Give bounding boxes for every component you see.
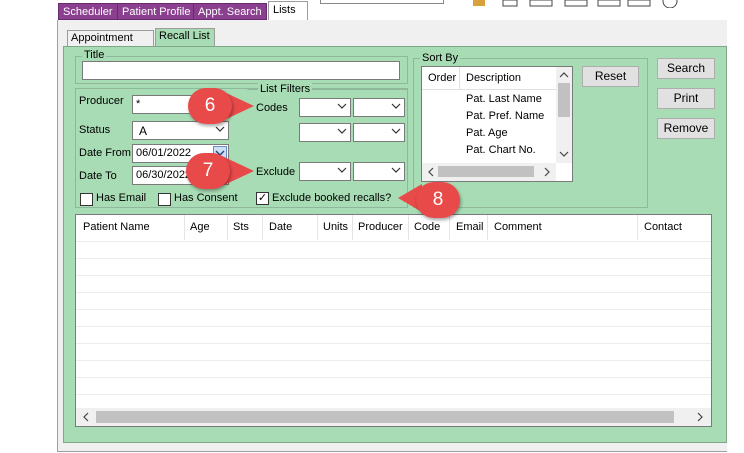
column-divider bbox=[408, 215, 409, 240]
has-consent-checkbox[interactable] bbox=[158, 193, 171, 206]
settings-icon bbox=[627, 0, 651, 7]
grid-icon bbox=[529, 0, 553, 7]
column-header-units[interactable]: Units bbox=[323, 221, 348, 233]
edit-icon bbox=[597, 0, 621, 7]
sort-col-order[interactable]: Order bbox=[428, 72, 456, 84]
row-divider bbox=[76, 377, 711, 378]
column-header-patient-name[interactable]: Patient Name bbox=[83, 221, 150, 233]
tab-appointment-list[interactable]: Appointment List bbox=[67, 30, 154, 59]
row-divider bbox=[76, 292, 711, 293]
row-divider bbox=[76, 309, 711, 310]
sort-row[interactable]: Pat. Age bbox=[466, 125, 566, 142]
column-header-date[interactable]: Date bbox=[269, 221, 292, 233]
column-header-sts[interactable]: Sts bbox=[233, 221, 249, 233]
column-divider bbox=[637, 215, 638, 240]
row-divider bbox=[76, 343, 711, 344]
row-divider bbox=[76, 241, 711, 242]
chevron-right-icon[interactable] bbox=[540, 164, 554, 180]
column-divider bbox=[352, 215, 353, 240]
grid-hscrollbar[interactable] bbox=[76, 408, 711, 426]
column-divider bbox=[317, 215, 318, 240]
column-divider bbox=[227, 215, 228, 240]
tab-label: Scheduler bbox=[63, 6, 113, 18]
column-header-email[interactable]: Email bbox=[456, 221, 484, 233]
title-input[interactable] bbox=[82, 61, 400, 80]
sort-row[interactable]: Pat. Pref. Name bbox=[466, 108, 566, 125]
column-header-age[interactable]: Age bbox=[190, 221, 210, 233]
row-divider bbox=[76, 326, 711, 327]
column-header-comment[interactable]: Comment bbox=[494, 221, 542, 233]
chevron-right-icon[interactable] bbox=[693, 409, 707, 425]
scroll-thumb[interactable] bbox=[96, 411, 674, 423]
column-header-producer[interactable]: Producer bbox=[358, 221, 403, 233]
title-label: Title bbox=[82, 49, 107, 61]
tab-label: Recall List bbox=[159, 30, 210, 42]
tab-lists[interactable]: Lists bbox=[268, 1, 308, 21]
sort-col-description[interactable]: Description bbox=[466, 72, 521, 84]
tab-patient-profile[interactable]: Patient Profile bbox=[117, 3, 196, 20]
tab-appt-search[interactable]: Appt. Search bbox=[193, 3, 267, 20]
column-header-code[interactable]: Code bbox=[414, 221, 440, 233]
column-header-contact[interactable]: Contact bbox=[644, 221, 682, 233]
annotation-badge-8: 8 bbox=[416, 182, 460, 218]
annotation-badge-6: 6 bbox=[188, 88, 232, 124]
annotation-badge-7: 7 bbox=[186, 153, 230, 189]
tab-recall-list[interactable]: Recall List bbox=[155, 28, 215, 47]
help-icon bbox=[662, 0, 678, 8]
tab-label: Lists bbox=[273, 4, 296, 16]
printer-icon bbox=[564, 0, 588, 7]
date-to-label: Date To bbox=[79, 170, 117, 182]
chevron-up-icon[interactable] bbox=[556, 68, 572, 82]
status-value: A bbox=[139, 124, 148, 138]
toolbar-icons bbox=[473, 0, 678, 8]
date-from-label: Date From bbox=[79, 147, 131, 159]
print-button[interactable]: Print bbox=[657, 88, 715, 109]
scroll-thumb[interactable] bbox=[558, 83, 570, 117]
reset-button[interactable]: Reset bbox=[582, 66, 639, 87]
chevron-down-icon[interactable] bbox=[556, 147, 572, 161]
column-divider bbox=[262, 215, 263, 240]
row-divider bbox=[76, 275, 711, 276]
remove-button[interactable]: Remove bbox=[657, 118, 715, 139]
tab-label: Appt. Search bbox=[198, 6, 262, 18]
sort-row[interactable]: Pat. Chart No. bbox=[466, 142, 566, 159]
chevron-left-icon[interactable] bbox=[79, 409, 93, 425]
tab-scheduler[interactable]: Scheduler bbox=[58, 3, 118, 20]
row-divider bbox=[76, 394, 711, 395]
sort-vscrollbar[interactable] bbox=[556, 67, 572, 163]
pencil-icon bbox=[473, 0, 485, 6]
row-divider bbox=[76, 258, 711, 259]
column-divider bbox=[449, 215, 450, 240]
sort-row[interactable]: Pat. Last Name bbox=[466, 91, 566, 108]
status-label: Status bbox=[79, 124, 111, 136]
row-divider bbox=[76, 360, 711, 361]
has-email-label: Has Email bbox=[96, 192, 147, 204]
recall-results-grid[interactable]: Patient Name Age Sts Date Units Producer… bbox=[75, 214, 712, 427]
has-email-checkbox[interactable] bbox=[80, 193, 93, 206]
column-divider bbox=[459, 67, 460, 89]
sort-by-title: Sort By bbox=[420, 52, 461, 64]
search-button[interactable]: Search bbox=[657, 58, 715, 79]
producer-label: Producer bbox=[79, 95, 124, 107]
column-divider bbox=[487, 215, 488, 240]
page-icon bbox=[502, 0, 518, 7]
column-divider bbox=[184, 215, 185, 240]
tab-label: Patient Profile bbox=[122, 6, 191, 18]
toolbar-field[interactable] bbox=[320, 0, 444, 4]
